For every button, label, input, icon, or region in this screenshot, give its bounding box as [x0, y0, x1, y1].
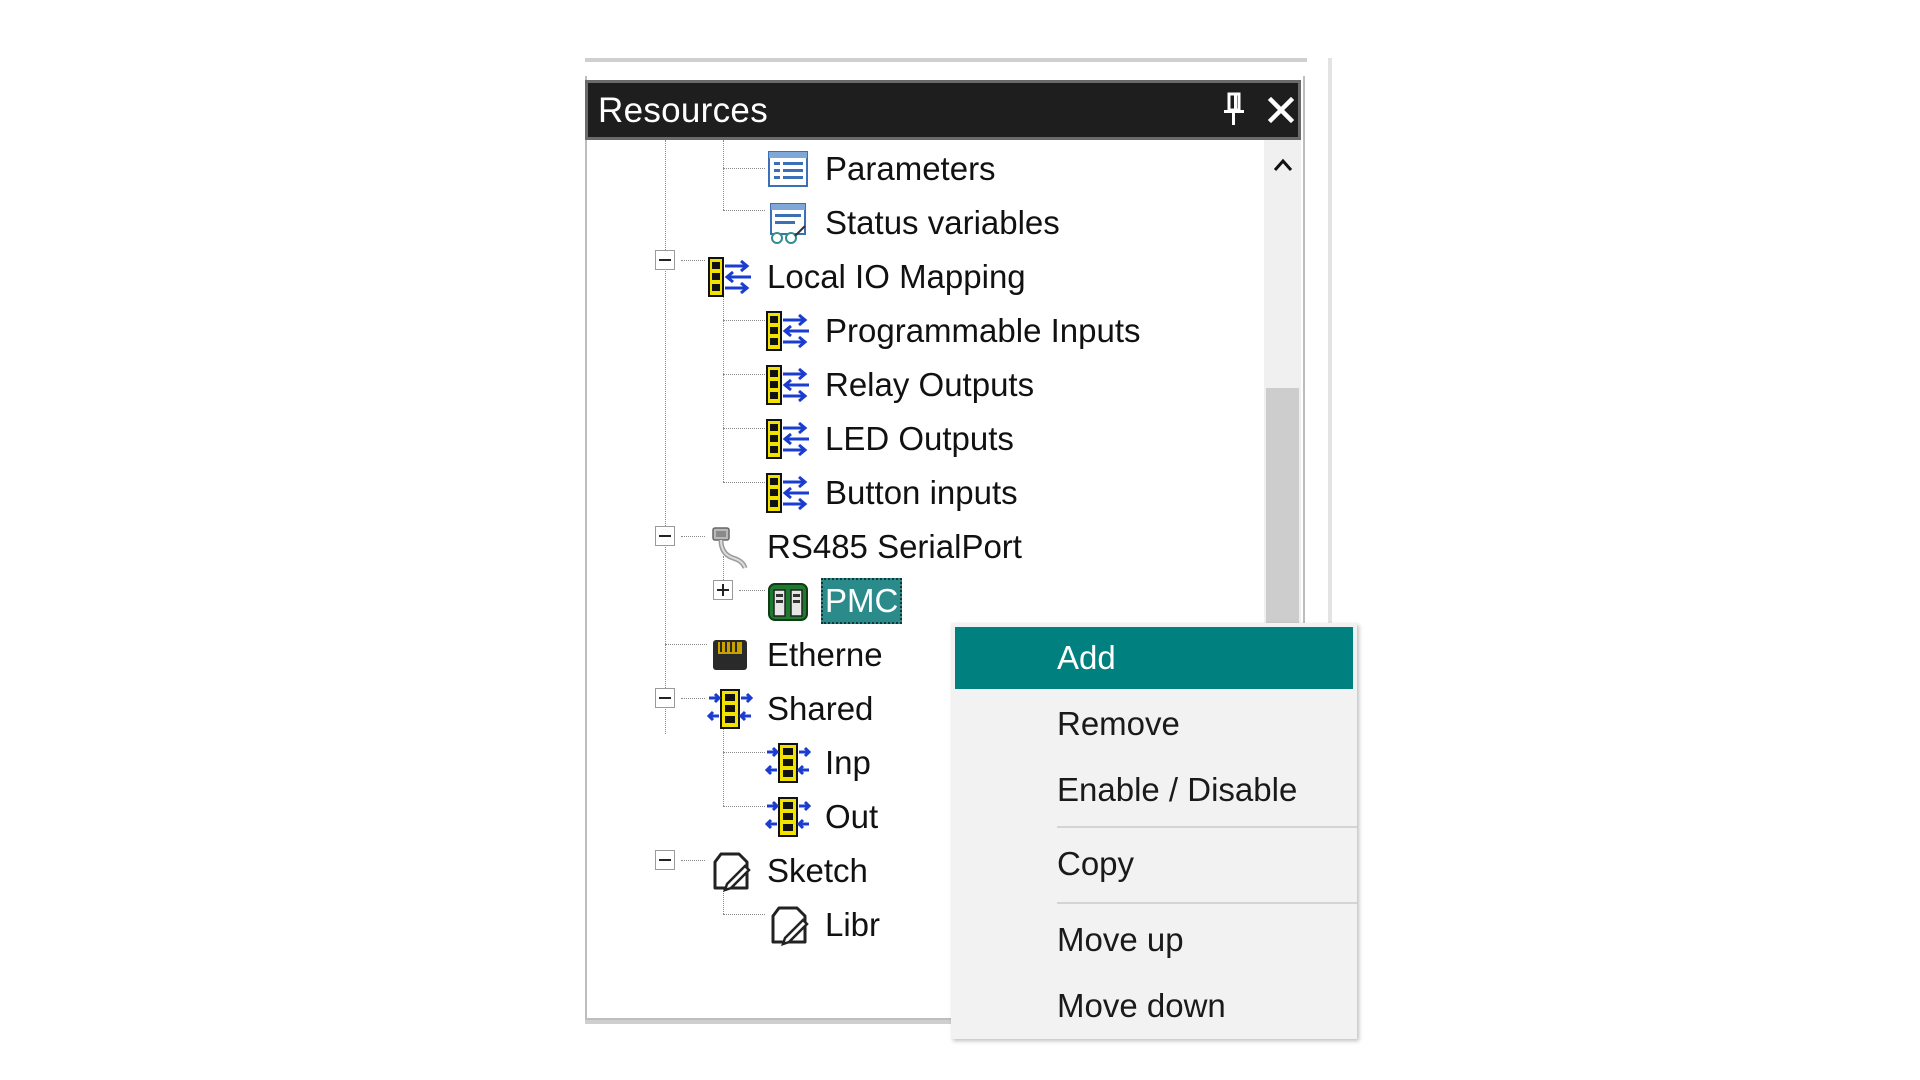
tree-item-sketch[interactable]: Sketch	[707, 844, 872, 898]
tree-item-label: Shared	[767, 690, 874, 727]
tree-connector	[681, 260, 705, 261]
menu-separator	[1057, 902, 1357, 904]
tree-item-inputs[interactable]: Inp	[765, 736, 875, 790]
tree-connector	[681, 860, 705, 861]
tree-connector	[723, 752, 765, 753]
collapse-toggle-shared[interactable]	[655, 688, 675, 708]
tree-connector	[681, 536, 705, 537]
expand-toggle-pmc[interactable]	[713, 580, 733, 600]
tree-connector	[665, 644, 707, 645]
status-variables-icon	[765, 200, 811, 246]
tree-connector	[723, 320, 765, 321]
tree-item-label: RS485 SerialPort	[767, 528, 1022, 565]
tree-item-label: Button inputs	[825, 474, 1018, 511]
menu-item-move-down[interactable]: Move down	[955, 975, 1353, 1037]
tree-item-label: Parameters	[825, 150, 996, 187]
tree-item-libraries[interactable]: Libr	[765, 898, 884, 952]
menu-item-label: Add	[1057, 639, 1116, 676]
tree-item-led-outputs[interactable]: LED Outputs	[765, 412, 1018, 466]
io-mapping-icon	[765, 308, 811, 354]
shared-io-icon	[765, 794, 811, 840]
shared-io-icon	[707, 686, 753, 732]
tree-item-label: PMC	[821, 578, 903, 624]
io-mapping-icon	[707, 254, 753, 300]
collapse-toggle-local-io[interactable]	[655, 250, 675, 270]
panel-top-edge	[585, 58, 1307, 62]
menu-separator	[1057, 826, 1357, 828]
context-menu: Add Remove Enable / Disable Copy Move up…	[951, 623, 1357, 1039]
menu-item-copy[interactable]: Copy	[955, 833, 1353, 895]
io-mapping-icon	[765, 416, 811, 462]
tree-item-button-inputs[interactable]: Button inputs	[765, 466, 1022, 520]
tree-item-shared[interactable]: Shared	[707, 682, 877, 736]
sketch-icon	[707, 848, 753, 894]
menu-item-add[interactable]: Add	[955, 627, 1353, 689]
tree-item-pmc[interactable]: PMC	[765, 574, 903, 628]
tree-connector	[723, 374, 765, 375]
tree-item-label: Sketch	[767, 852, 868, 889]
menu-item-enable-disable[interactable]: Enable / Disable	[955, 759, 1353, 821]
io-mapping-icon	[765, 470, 811, 516]
menu-item-remove[interactable]: Remove	[955, 693, 1353, 755]
panel-title-bar: Resources	[585, 80, 1301, 140]
shared-io-icon	[765, 740, 811, 786]
tree-connector	[681, 698, 705, 699]
pmc-device-icon	[765, 578, 811, 624]
ethernet-icon	[707, 632, 753, 678]
menu-item-label: Move up	[1057, 921, 1184, 958]
tree-item-ethernet[interactable]: Etherne	[707, 628, 887, 682]
sketch-icon	[765, 902, 811, 948]
menu-item-label: Move down	[1057, 987, 1226, 1024]
tree-item-label: Etherne	[767, 636, 883, 673]
tree-item-label: Out	[825, 798, 879, 835]
tree-item-relay-outputs[interactable]: Relay Outputs	[765, 358, 1038, 412]
tree-item-status-variables[interactable]: Status variables	[765, 196, 1064, 250]
panel-title: Resources	[598, 91, 768, 130]
tree-connector	[723, 168, 765, 169]
pin-icon[interactable]	[1219, 92, 1249, 128]
serial-port-icon	[707, 524, 753, 570]
io-mapping-icon	[765, 362, 811, 408]
parameters-icon	[765, 146, 811, 192]
tree-connector	[723, 280, 724, 482]
tree-connector	[723, 806, 765, 807]
tree-item-outputs[interactable]: Out	[765, 790, 882, 844]
tree-item-label: Local IO Mapping	[767, 258, 1026, 295]
tree-item-label: Relay Outputs	[825, 366, 1035, 403]
tree-item-programmable-inputs[interactable]: Programmable Inputs	[765, 304, 1144, 358]
tree-item-local-io-mapping[interactable]: Local IO Mapping	[707, 250, 1030, 304]
tree-connector	[723, 140, 724, 210]
menu-item-label: Copy	[1057, 845, 1135, 882]
tree-connector	[723, 428, 765, 429]
scroll-up-arrow-icon[interactable]	[1264, 140, 1301, 190]
tree-item-parameters[interactable]: Parameters	[765, 142, 1000, 196]
tree-connector	[723, 210, 765, 211]
tree-connector	[739, 590, 765, 591]
menu-item-label: Enable / Disable	[1057, 771, 1298, 808]
tree-item-label: Libr	[825, 906, 881, 943]
tree-connector	[723, 482, 765, 483]
menu-item-label: Remove	[1057, 705, 1180, 742]
menu-item-move-up[interactable]: Move up	[955, 909, 1353, 971]
tree-item-rs485-serialport[interactable]: RS485 SerialPort	[707, 520, 1026, 574]
tree-item-label: LED Outputs	[825, 420, 1014, 457]
collapse-toggle-rs485[interactable]	[655, 526, 675, 546]
tree-connector	[723, 914, 765, 915]
close-icon[interactable]	[1264, 92, 1298, 128]
tree-item-label: Inp	[825, 744, 871, 781]
tree-item-label: Status variables	[825, 204, 1060, 241]
tree-item-label: Programmable Inputs	[825, 312, 1141, 349]
collapse-toggle-sketch[interactable]	[655, 850, 675, 870]
